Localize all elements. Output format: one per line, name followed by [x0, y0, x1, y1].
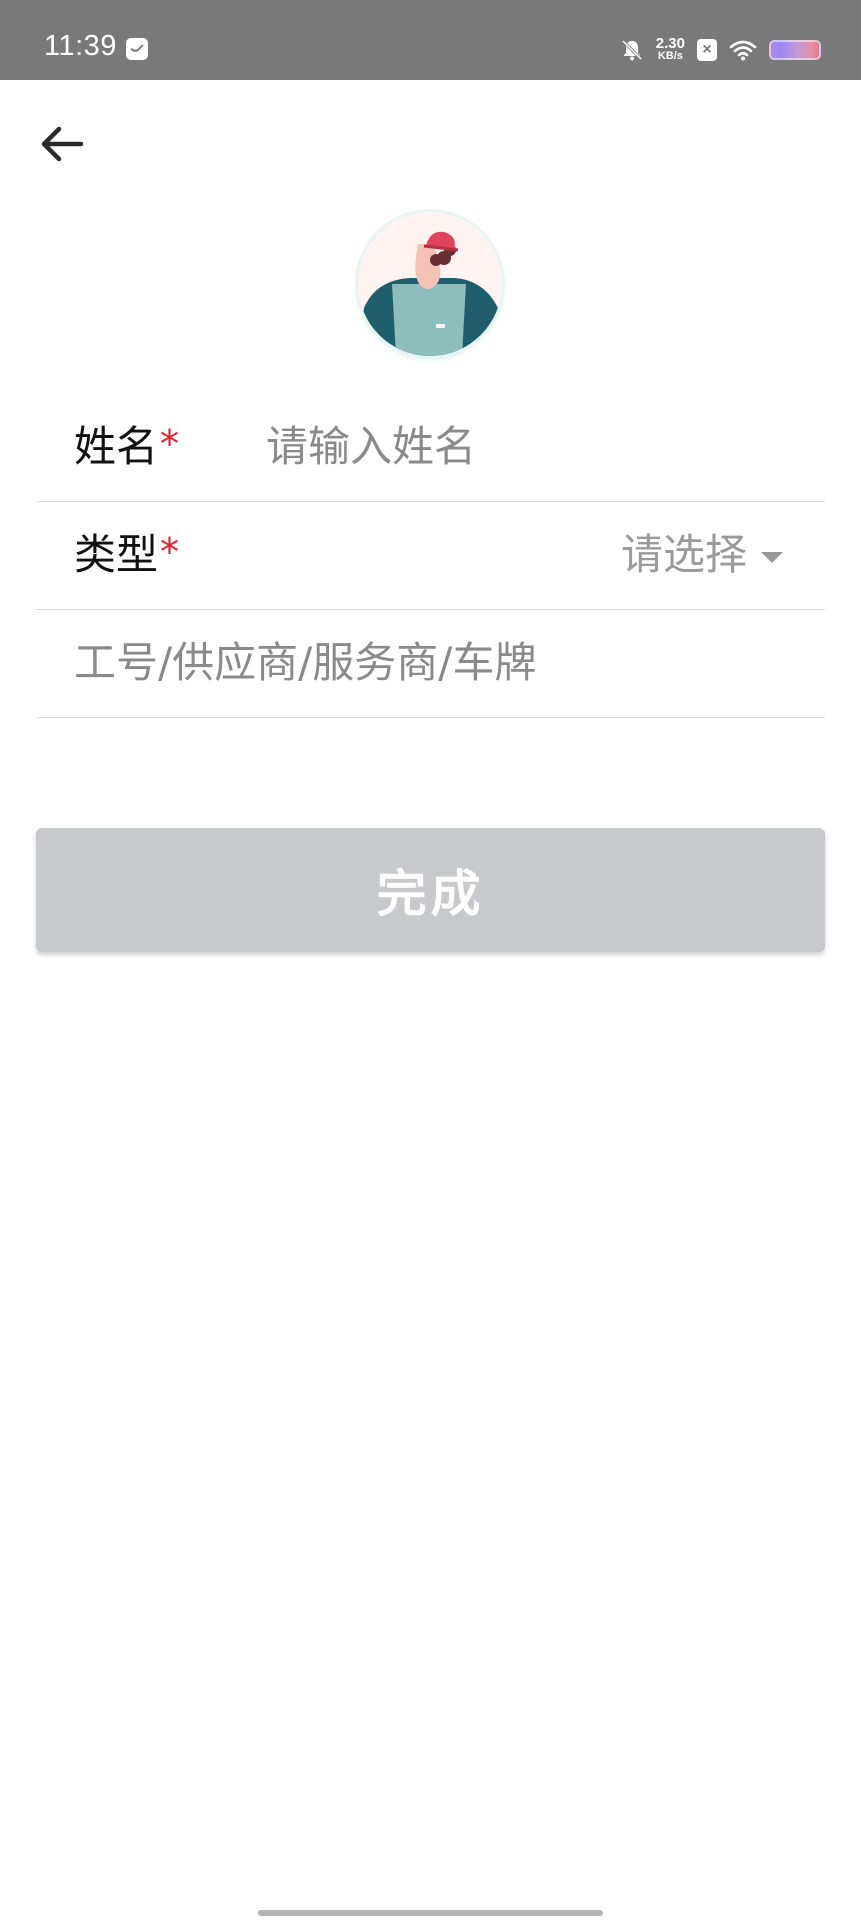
required-star: *	[160, 530, 180, 574]
name-label-text: 姓名	[74, 422, 159, 471]
type-label-text: 类型	[74, 530, 159, 579]
name-row: 姓名*	[36, 394, 825, 502]
bell-off-icon	[621, 39, 642, 61]
name-label: 姓名*	[74, 422, 179, 473]
id-row	[36, 610, 825, 718]
name-input[interactable]	[266, 416, 806, 476]
home-indicator[interactable]	[258, 1910, 603, 1916]
status-bar: 11:39 2.30 KB/s ×	[0, 0, 861, 80]
battery-icon	[769, 40, 821, 60]
required-star: *	[160, 422, 180, 466]
status-icons: 2.30 KB/s ×	[620, 30, 821, 70]
message-icon	[126, 38, 148, 60]
type-select[interactable]: 请选择	[621, 530, 783, 580]
type-row: 类型* 请选择	[36, 502, 825, 610]
sim-x-icon: ×	[697, 39, 717, 61]
status-time: 11:39	[44, 30, 117, 62]
back-button[interactable]	[36, 118, 88, 170]
avatar[interactable]	[358, 212, 502, 356]
done-button[interactable]: 完成	[36, 828, 825, 952]
id-input[interactable]	[74, 632, 814, 692]
net-speed-unit: KB/s	[657, 50, 683, 62]
net-speed: 2.30 KB/s	[655, 35, 685, 63]
wifi-icon	[729, 40, 757, 61]
arrow-left-icon	[41, 126, 83, 162]
caret-down-icon	[761, 551, 783, 563]
avatar-illustration	[358, 212, 502, 356]
type-label: 类型*	[74, 530, 179, 581]
net-speed-value: 2.30	[655, 35, 685, 52]
type-select-value: 请选择	[620, 530, 747, 579]
